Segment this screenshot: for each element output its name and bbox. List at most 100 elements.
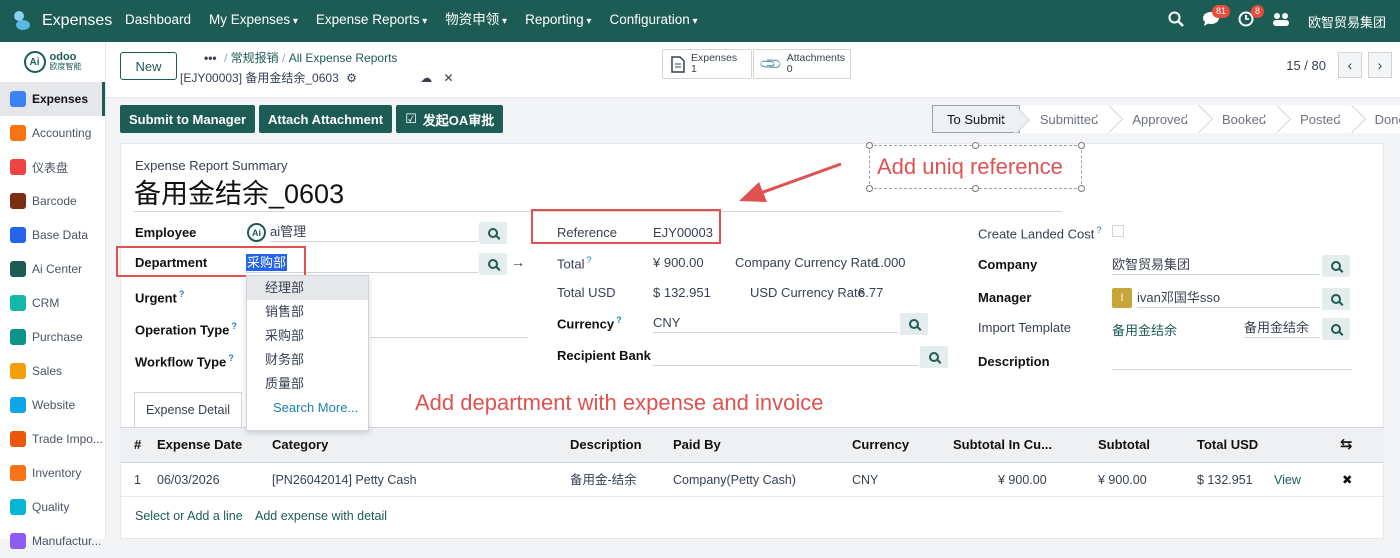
sidebar-item-sales[interactable]: Sales	[0, 354, 105, 388]
cell-category[interactable]: [PN26042014] Petty Cash	[272, 463, 417, 497]
breadcrumb-item-1[interactable]: 常规报销	[231, 51, 279, 65]
col-header-subtotal-company[interactable]: Subtotal In Cu...	[953, 427, 1052, 463]
company-name[interactable]: 欧智贸易集团	[1308, 12, 1386, 31]
app-brand[interactable]: Expenses	[0, 11, 114, 31]
menu-expense-reports[interactable]: Expense Reports	[307, 0, 436, 43]
company-switch-icon[interactable]	[1272, 12, 1290, 31]
sidebar-item-crm[interactable]: CRM	[0, 286, 105, 320]
help-icon[interactable]: ?	[179, 289, 185, 299]
tab-expense-detail[interactable]: Expense Detail	[134, 392, 242, 427]
operation-type-field[interactable]	[370, 318, 528, 338]
search-more-option[interactable]: Search More...	[247, 396, 368, 420]
pager-next-icon[interactable]: ›	[1368, 52, 1392, 78]
description-field[interactable]	[1112, 350, 1352, 370]
add-expense-detail-link[interactable]: Add expense with detail	[255, 499, 387, 533]
start-oa-approval-button[interactable]: ☑ 发起OA审批	[396, 105, 504, 133]
import-template-field[interactable]: 备用金结余	[1244, 318, 1320, 338]
gear-icon[interactable]: ⚙	[346, 71, 357, 85]
status-to-submit[interactable]: To Submit	[932, 105, 1020, 133]
total-usd-label: Total USD	[557, 285, 616, 300]
sidebar-item-manufactur[interactable]: Manufactur...	[0, 524, 105, 558]
help-icon[interactable]: ?	[228, 353, 234, 363]
help-icon[interactable]: ?	[231, 321, 237, 331]
workflow-type-label: Workflow Type?	[135, 353, 234, 370]
chat-icon[interactable]: 81	[1202, 4, 1230, 32]
menu-configuration[interactable]: Configuration	[600, 0, 706, 43]
import-template-search-button[interactable]	[1322, 318, 1350, 340]
landed-cost-checkbox[interactable]	[1112, 225, 1124, 237]
smart-button-expenses[interactable]: Expenses 1	[662, 49, 752, 79]
company-search-button[interactable]	[1322, 255, 1350, 277]
optional-columns-toggle-icon[interactable]: ⇆	[1340, 427, 1353, 463]
pager-prev-icon[interactable]: ‹	[1338, 52, 1362, 78]
search-icon[interactable]	[1168, 11, 1184, 32]
dropdown-option[interactable]: 销售部	[247, 300, 368, 324]
recipient-bank-field[interactable]	[653, 346, 918, 366]
employee-search-button[interactable]	[479, 222, 507, 244]
cell-currency[interactable]: CNY	[852, 463, 878, 497]
sidebar-item-website[interactable]: Website	[0, 388, 105, 422]
menu-material-requests[interactable]: 物资申领	[436, 0, 516, 43]
manager-field[interactable]: ivan邓国华sso	[1137, 288, 1320, 308]
manager-search-button[interactable]	[1322, 288, 1350, 310]
sidebar-item-barcode[interactable]: Barcode	[0, 184, 105, 218]
currency-field[interactable]: CNY	[653, 313, 898, 333]
dropdown-option[interactable]: 经理部	[247, 276, 368, 300]
cell-expense-date[interactable]: 06/03/2026	[157, 463, 220, 497]
sidebar-item-trade-impo[interactable]: Trade Impo...	[0, 422, 105, 456]
help-icon[interactable]: ?	[586, 255, 591, 265]
cloud-save-icon[interactable]: ☁	[420, 71, 432, 85]
col-header-paid-by[interactable]: Paid By	[673, 427, 721, 463]
cell-paid-by[interactable]: Company(Petty Cash)	[673, 463, 796, 497]
discard-icon[interactable]: ✕	[444, 71, 454, 85]
smart-button-attachments[interactable]: 📎 Attachments 0	[753, 49, 851, 79]
cell-description[interactable]: 备用金-结余	[570, 463, 637, 497]
status-submitted[interactable]: Submitted	[1019, 105, 1113, 133]
pager-value[interactable]: 15 / 80	[1286, 58, 1326, 73]
sidebar-item-purchase[interactable]: Purchase	[0, 320, 105, 354]
description-label: Description	[978, 354, 1050, 369]
col-header-currency[interactable]: Currency	[852, 427, 909, 463]
add-line-link[interactable]: Select or Add a line	[135, 499, 243, 533]
breadcrumb-item-2[interactable]: All Expense Reports	[289, 51, 398, 65]
col-header-subtotal[interactable]: Subtotal	[1098, 427, 1150, 463]
col-header-expense-date[interactable]: Expense Date	[157, 427, 242, 463]
dropdown-option[interactable]: 质量部	[247, 372, 368, 396]
employee-field[interactable]: ai管理	[270, 222, 478, 242]
department-search-button[interactable]	[479, 253, 507, 275]
sidebar-item-inventory[interactable]: Inventory	[0, 456, 105, 490]
attach-attachment-button[interactable]: Attach Attachment	[259, 105, 393, 133]
menu-dashboard[interactable]: Dashboard	[116, 0, 200, 43]
delete-row-icon[interactable]: ✖	[1342, 463, 1352, 497]
sidebar-item-expenses[interactable]: Expenses	[0, 82, 105, 116]
new-button[interactable]: New	[120, 52, 177, 80]
cell-total-usd: $ 132.951	[1197, 473, 1253, 487]
menu-my-expenses[interactable]: My Expenses	[200, 0, 307, 43]
sidebar-item-ai-center[interactable]: Ai Center	[0, 252, 105, 286]
sidebar-item-accounting[interactable]: Accounting	[0, 116, 105, 150]
currency-search-button[interactable]	[900, 313, 928, 335]
col-header-description[interactable]: Description	[570, 427, 642, 463]
sidebar-item-仪表盘[interactable]: 仪表盘	[0, 150, 105, 184]
help-icon[interactable]: ?	[616, 315, 622, 325]
menu-reporting[interactable]: Reporting	[516, 0, 600, 43]
status-booked[interactable]: Booked	[1202, 105, 1281, 133]
sidebar-item-base-data[interactable]: Base Data	[0, 218, 105, 252]
status-posted[interactable]: Posted	[1280, 105, 1355, 133]
activity-clock-icon[interactable]: 8	[1238, 4, 1264, 32]
company-field[interactable]: 欧智贸易集团	[1112, 255, 1320, 275]
col-header-total-usd[interactable]: Total USD	[1197, 427, 1258, 463]
help-icon[interactable]: ?	[1096, 225, 1101, 235]
breadcrumb-more[interactable]: •••	[204, 51, 217, 65]
col-header-category[interactable]: Category	[272, 427, 328, 463]
sidebar-item-quality[interactable]: Quality	[0, 490, 105, 524]
view-line-button[interactable]: View	[1274, 463, 1301, 497]
dropdown-option[interactable]: 财务部	[247, 348, 368, 372]
import-template-link[interactable]: 备用金结余	[1112, 320, 1177, 339]
dropdown-option[interactable]: 采购部	[247, 324, 368, 348]
internal-link-arrow-icon[interactable]: →	[511, 254, 525, 270]
status-approved[interactable]: Approved	[1112, 105, 1203, 133]
submit-to-manager-button[interactable]: Submit to Manager	[120, 105, 256, 133]
recipient-bank-search-button[interactable]	[920, 346, 948, 368]
col-header-index[interactable]: #	[134, 427, 141, 463]
